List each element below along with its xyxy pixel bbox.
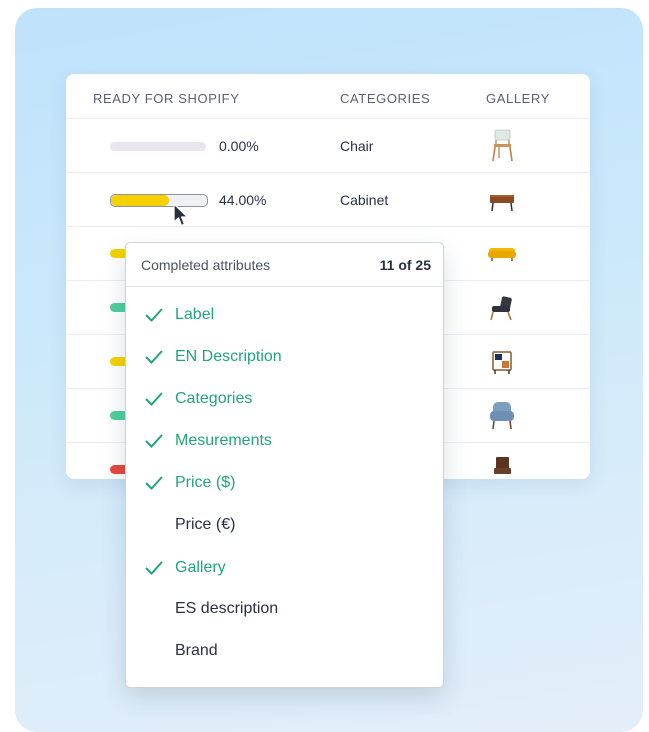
check-icon [145,561,163,575]
table-header: READY FOR SHOPIFY CATEGORIES GALLERY [66,74,590,120]
progress-fill [111,195,169,206]
completed-count: 11 of 25 [379,257,431,273]
attribute-item: Brand [126,633,443,673]
attribute-item: EN Description [126,339,443,379]
attribute-label: Gallery [175,559,226,576]
attribute-item: Gallery [126,550,443,590]
category-cell: Chair [340,138,374,154]
attribute-label: Categories [175,390,253,407]
check-icon [145,350,163,364]
progress-percent: 44.00% [219,192,267,208]
table-row[interactable]: 44.00% Cabinet [66,172,590,226]
completed-attributes-popup: Completed attributes 11 of 25 Label EN D… [125,242,444,688]
category-cell: Cabinet [340,192,389,208]
attribute-item: Price ($) [126,465,443,505]
attribute-label: Label [175,306,215,323]
wood-chair-thumbnail[interactable] [487,453,517,479]
attribute-item: Label [126,297,443,337]
check-icon [145,476,163,490]
column-header-categories[interactable]: CATEGORIES [340,91,430,106]
popup-title: Completed attributes [141,257,271,273]
yellow-sofa-thumbnail[interactable] [487,237,517,271]
white-chair-thumbnail[interactable] [487,129,517,163]
progress-bar[interactable] [110,194,208,207]
attribute-label: ES description [175,600,279,617]
progress-percent: 0.00% [219,138,259,154]
mouse-cursor-icon [173,203,189,227]
popup-header: Completed attributes 11 of 25 [126,243,443,287]
attribute-label: EN Description [175,348,282,365]
blue-armchair-thumbnail[interactable] [487,399,517,433]
armchair-thumbnail[interactable] [487,291,517,325]
attribute-label: Mesurements [175,432,272,449]
attribute-item: Mesurements [126,423,443,463]
attribute-label: Brand [175,642,218,659]
attribute-item: Price (€) [126,507,443,547]
attribute-label: Price (€) [175,516,236,533]
progress-bar[interactable] [110,142,206,151]
check-icon [145,434,163,448]
shelf-thumbnail[interactable] [487,345,517,379]
attribute-item: ES description [126,591,443,631]
column-header-ready[interactable]: READY FOR SHOPIFY [93,91,239,106]
attribute-label: Price ($) [175,474,236,491]
cabinet-thumbnail[interactable] [487,183,517,217]
check-icon [145,308,163,322]
attribute-item: Categories [126,381,443,421]
column-header-gallery[interactable]: GALLERY [486,91,550,106]
table-row[interactable]: 0.00% Chair [66,118,590,172]
check-icon [145,392,163,406]
